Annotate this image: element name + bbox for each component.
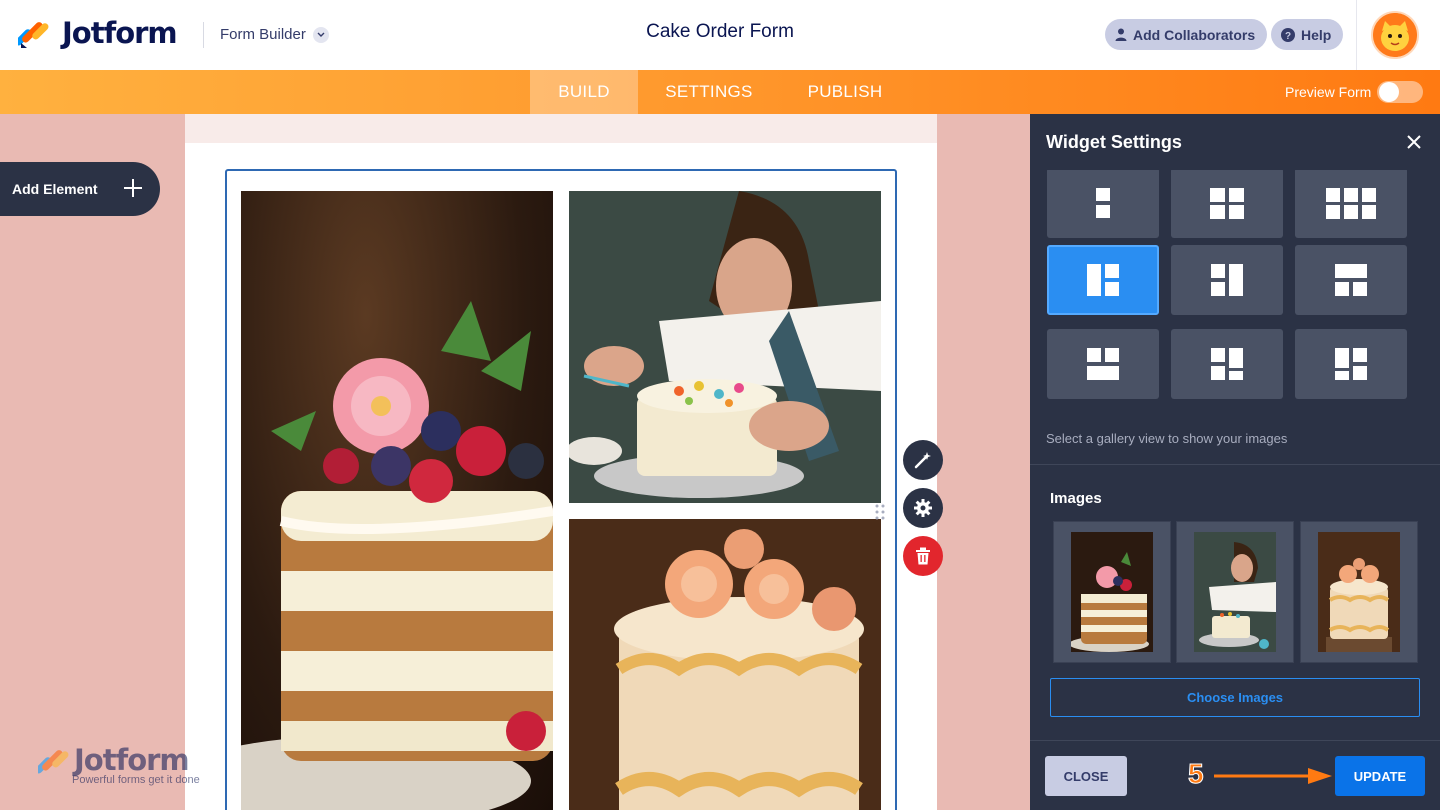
- image-thumb-1[interactable]: [1053, 521, 1171, 663]
- layout-hint: Select a gallery view to show your image…: [1046, 431, 1288, 446]
- layer-cake-illustration: [241, 301, 553, 810]
- layout-big-left-icon: [1087, 264, 1119, 296]
- add-element-label: Add Element: [12, 181, 98, 197]
- layout-option-4[interactable]: [1047, 245, 1159, 315]
- image-thumb-3[interactable]: [1300, 521, 1418, 663]
- header-divider-right: [1356, 0, 1357, 70]
- tab-settings[interactable]: SETTINGS: [650, 70, 768, 114]
- layout-option-6[interactable]: [1295, 245, 1407, 315]
- gallery-image-layer-cake[interactable]: [241, 191, 553, 810]
- layout-grid-3x2-icon: [1326, 188, 1376, 219]
- thumb-rose-cake: [1318, 532, 1400, 652]
- layout-single-column-icon: [1096, 188, 1110, 218]
- tab-publish[interactable]: PUBLISH: [790, 70, 900, 114]
- drag-handle-icon[interactable]: [875, 504, 885, 525]
- help-button[interactable]: ? Help: [1271, 19, 1344, 50]
- rose-cake-illustration: [569, 519, 881, 810]
- close-button[interactable]: CLOSE: [1045, 756, 1127, 796]
- image-thumb-2[interactable]: [1176, 521, 1294, 663]
- widget-settings-button[interactable]: [903, 488, 943, 528]
- preview-form-label: Preview Form: [1285, 84, 1372, 100]
- magic-wand-icon: [914, 452, 931, 469]
- layout-option-8[interactable]: [1171, 329, 1283, 399]
- header-divider: [203, 22, 204, 48]
- layout-grid-2x2-icon: [1210, 188, 1244, 219]
- delete-button[interactable]: [903, 536, 943, 576]
- plus-icon: [124, 179, 142, 197]
- add-collaborators-label: Add Collaborators: [1133, 26, 1256, 43]
- widget-settings-panel: Widget Settings Select a gallery view to…: [1030, 114, 1440, 810]
- avatar-character-icon: [1373, 13, 1417, 57]
- add-element-button[interactable]: Add Element: [0, 162, 160, 216]
- layout-option-7[interactable]: [1047, 329, 1159, 399]
- layout-option-9[interactable]: [1295, 329, 1407, 399]
- thumb-layer-cake: [1071, 532, 1153, 652]
- layout-options: Select a gallery view to show your image…: [1030, 170, 1440, 740]
- svg-text:?: ?: [1285, 31, 1291, 42]
- layout-mosaic-a-icon: [1211, 348, 1243, 380]
- panel-separator: [1030, 464, 1440, 465]
- trash-icon: [916, 547, 930, 565]
- thumb-baker: [1194, 532, 1276, 652]
- jotform-logo-icon: [18, 22, 49, 48]
- images-label: Images: [1050, 490, 1102, 507]
- layout-big-bottom-icon: [1087, 348, 1119, 380]
- watermark-brand: Jotform: [74, 743, 190, 777]
- form-header-strip: [185, 114, 937, 143]
- wand-button[interactable]: [903, 440, 943, 480]
- choose-images-button[interactable]: Choose Images: [1050, 678, 1420, 717]
- arrow-pointer-icon: [1214, 768, 1332, 784]
- layout-big-top-icon: [1335, 264, 1367, 296]
- form-builder-dropdown[interactable]: Form Builder: [220, 26, 329, 43]
- baker-illustration: [569, 191, 881, 503]
- step-number-annotation: 5: [1188, 758, 1205, 790]
- user-avatar[interactable]: [1371, 11, 1419, 59]
- chevron-down-icon: [312, 26, 329, 43]
- layout-mosaic-b-icon: [1335, 348, 1367, 380]
- toggle-knob: [1379, 82, 1399, 102]
- jotform-watermark: Jotform Powerful forms get it done: [35, 743, 200, 786]
- gallery-image-baker-decorating[interactable]: [569, 191, 881, 503]
- help-label: Help: [1301, 26, 1332, 43]
- tab-build[interactable]: BUILD: [530, 70, 638, 114]
- layout-option-3[interactable]: [1295, 170, 1407, 238]
- gallery-image-rose-cake[interactable]: [569, 519, 881, 810]
- layout-option-5[interactable]: [1171, 245, 1283, 315]
- close-icon[interactable]: [1406, 134, 1422, 150]
- watermark-logo-icon: [35, 750, 69, 774]
- brand-name: Jotform: [62, 16, 178, 50]
- add-collaborators-button[interactable]: Add Collaborators: [1105, 19, 1268, 50]
- layout-big-right-icon: [1211, 264, 1243, 296]
- jotform-logo[interactable]: Jotform: [18, 16, 178, 50]
- builder-nav: BUILD SETTINGS PUBLISH Preview Form: [0, 70, 1440, 114]
- panel-title: Widget Settings: [1046, 131, 1182, 152]
- user-icon: [1115, 28, 1127, 41]
- top-header: Jotform Form Builder Cake Order Form Add…: [0, 0, 1440, 70]
- form-builder-label: Form Builder: [220, 26, 306, 43]
- update-button[interactable]: UPDATE: [1335, 756, 1425, 796]
- gear-icon: [914, 499, 932, 517]
- preview-form-toggle[interactable]: [1377, 81, 1423, 103]
- watermark-tagline: Powerful forms get it done: [72, 774, 200, 786]
- help-icon: ?: [1281, 27, 1295, 42]
- layout-option-2[interactable]: [1171, 170, 1283, 238]
- layout-option-1[interactable]: [1047, 170, 1159, 238]
